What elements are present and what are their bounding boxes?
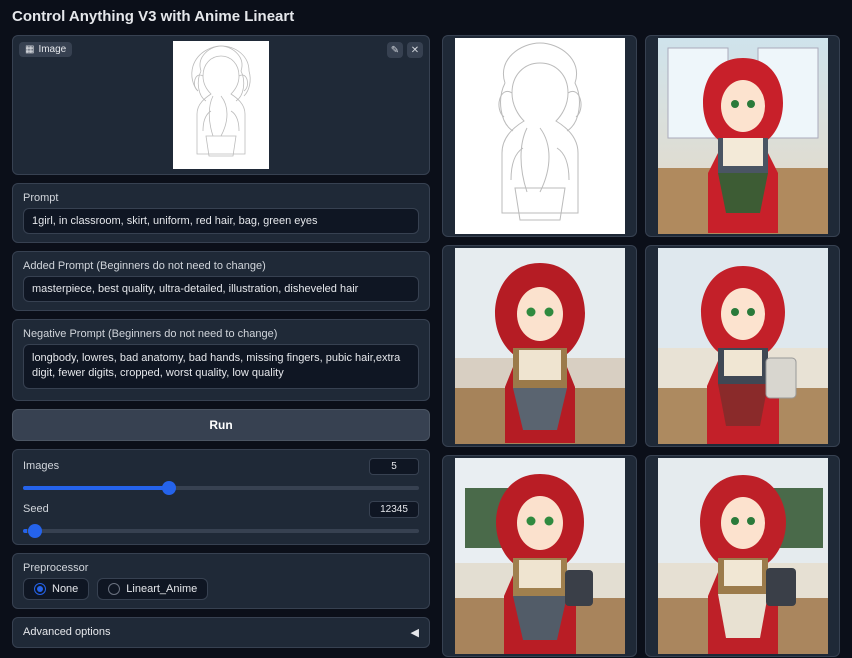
gallery-item[interactable] xyxy=(645,455,840,657)
images-slider-value[interactable]: 5 xyxy=(369,458,419,475)
images-slider[interactable] xyxy=(23,486,419,490)
radio-icon xyxy=(34,583,46,595)
added-prompt-label: Added Prompt (Beginners do not need to c… xyxy=(23,260,419,272)
preprocessor-option-lineart[interactable]: Lineart_Anime xyxy=(97,578,208,600)
advanced-options-accordion[interactable]: Advanced options ◀ xyxy=(12,617,430,648)
prompt-panel: Prompt xyxy=(12,183,430,243)
input-image-panel[interactable]: ▦ Image ✎ ✕ xyxy=(12,35,430,175)
gallery-item[interactable] xyxy=(442,35,637,237)
negative-prompt-label: Negative Prompt (Beginners do not need t… xyxy=(23,328,419,340)
preprocessor-option-lineart-label: Lineart_Anime xyxy=(126,583,197,595)
run-button[interactable]: Run xyxy=(12,409,430,441)
preprocessor-option-none[interactable]: None xyxy=(23,578,89,600)
added-prompt-panel: Added Prompt (Beginners do not need to c… xyxy=(12,251,430,311)
gallery-item[interactable] xyxy=(645,245,840,447)
preprocessor-label: Preprocessor xyxy=(23,562,419,574)
close-icon[interactable]: ✕ xyxy=(407,42,423,58)
added-prompt-input[interactable] xyxy=(23,276,419,302)
seed-slider[interactable] xyxy=(23,529,419,533)
advanced-options-label: Advanced options xyxy=(23,626,110,638)
seed-slider-value[interactable]: 12345 xyxy=(369,501,419,518)
negative-prompt-panel: Negative Prompt (Beginners do not need t… xyxy=(12,319,430,401)
image-badge-label: Image xyxy=(38,44,66,55)
image-badge: ▦ Image xyxy=(19,42,72,57)
preprocessor-panel: Preprocessor None Lineart_Anime xyxy=(12,553,430,609)
output-gallery xyxy=(442,35,840,657)
gallery-item[interactable] xyxy=(442,245,637,447)
preprocessor-option-none-label: None xyxy=(52,583,78,595)
radio-icon xyxy=(108,583,120,595)
chevron-left-icon: ◀ xyxy=(411,626,419,639)
gallery-item[interactable] xyxy=(442,455,637,657)
seed-slider-label: Seed xyxy=(23,503,49,515)
page-title: Control Anything V3 with Anime Lineart xyxy=(12,8,840,25)
prompt-input[interactable] xyxy=(23,208,419,234)
gallery-item[interactable] xyxy=(645,35,840,237)
image-icon: ▦ xyxy=(25,44,34,55)
sliders-panel: Images 5 Seed 12345 xyxy=(12,449,430,545)
prompt-label: Prompt xyxy=(23,192,419,204)
edit-icon[interactable]: ✎ xyxy=(387,42,403,58)
input-lineart-preview xyxy=(173,41,269,169)
images-slider-label: Images xyxy=(23,460,59,472)
negative-prompt-input[interactable] xyxy=(23,344,419,389)
